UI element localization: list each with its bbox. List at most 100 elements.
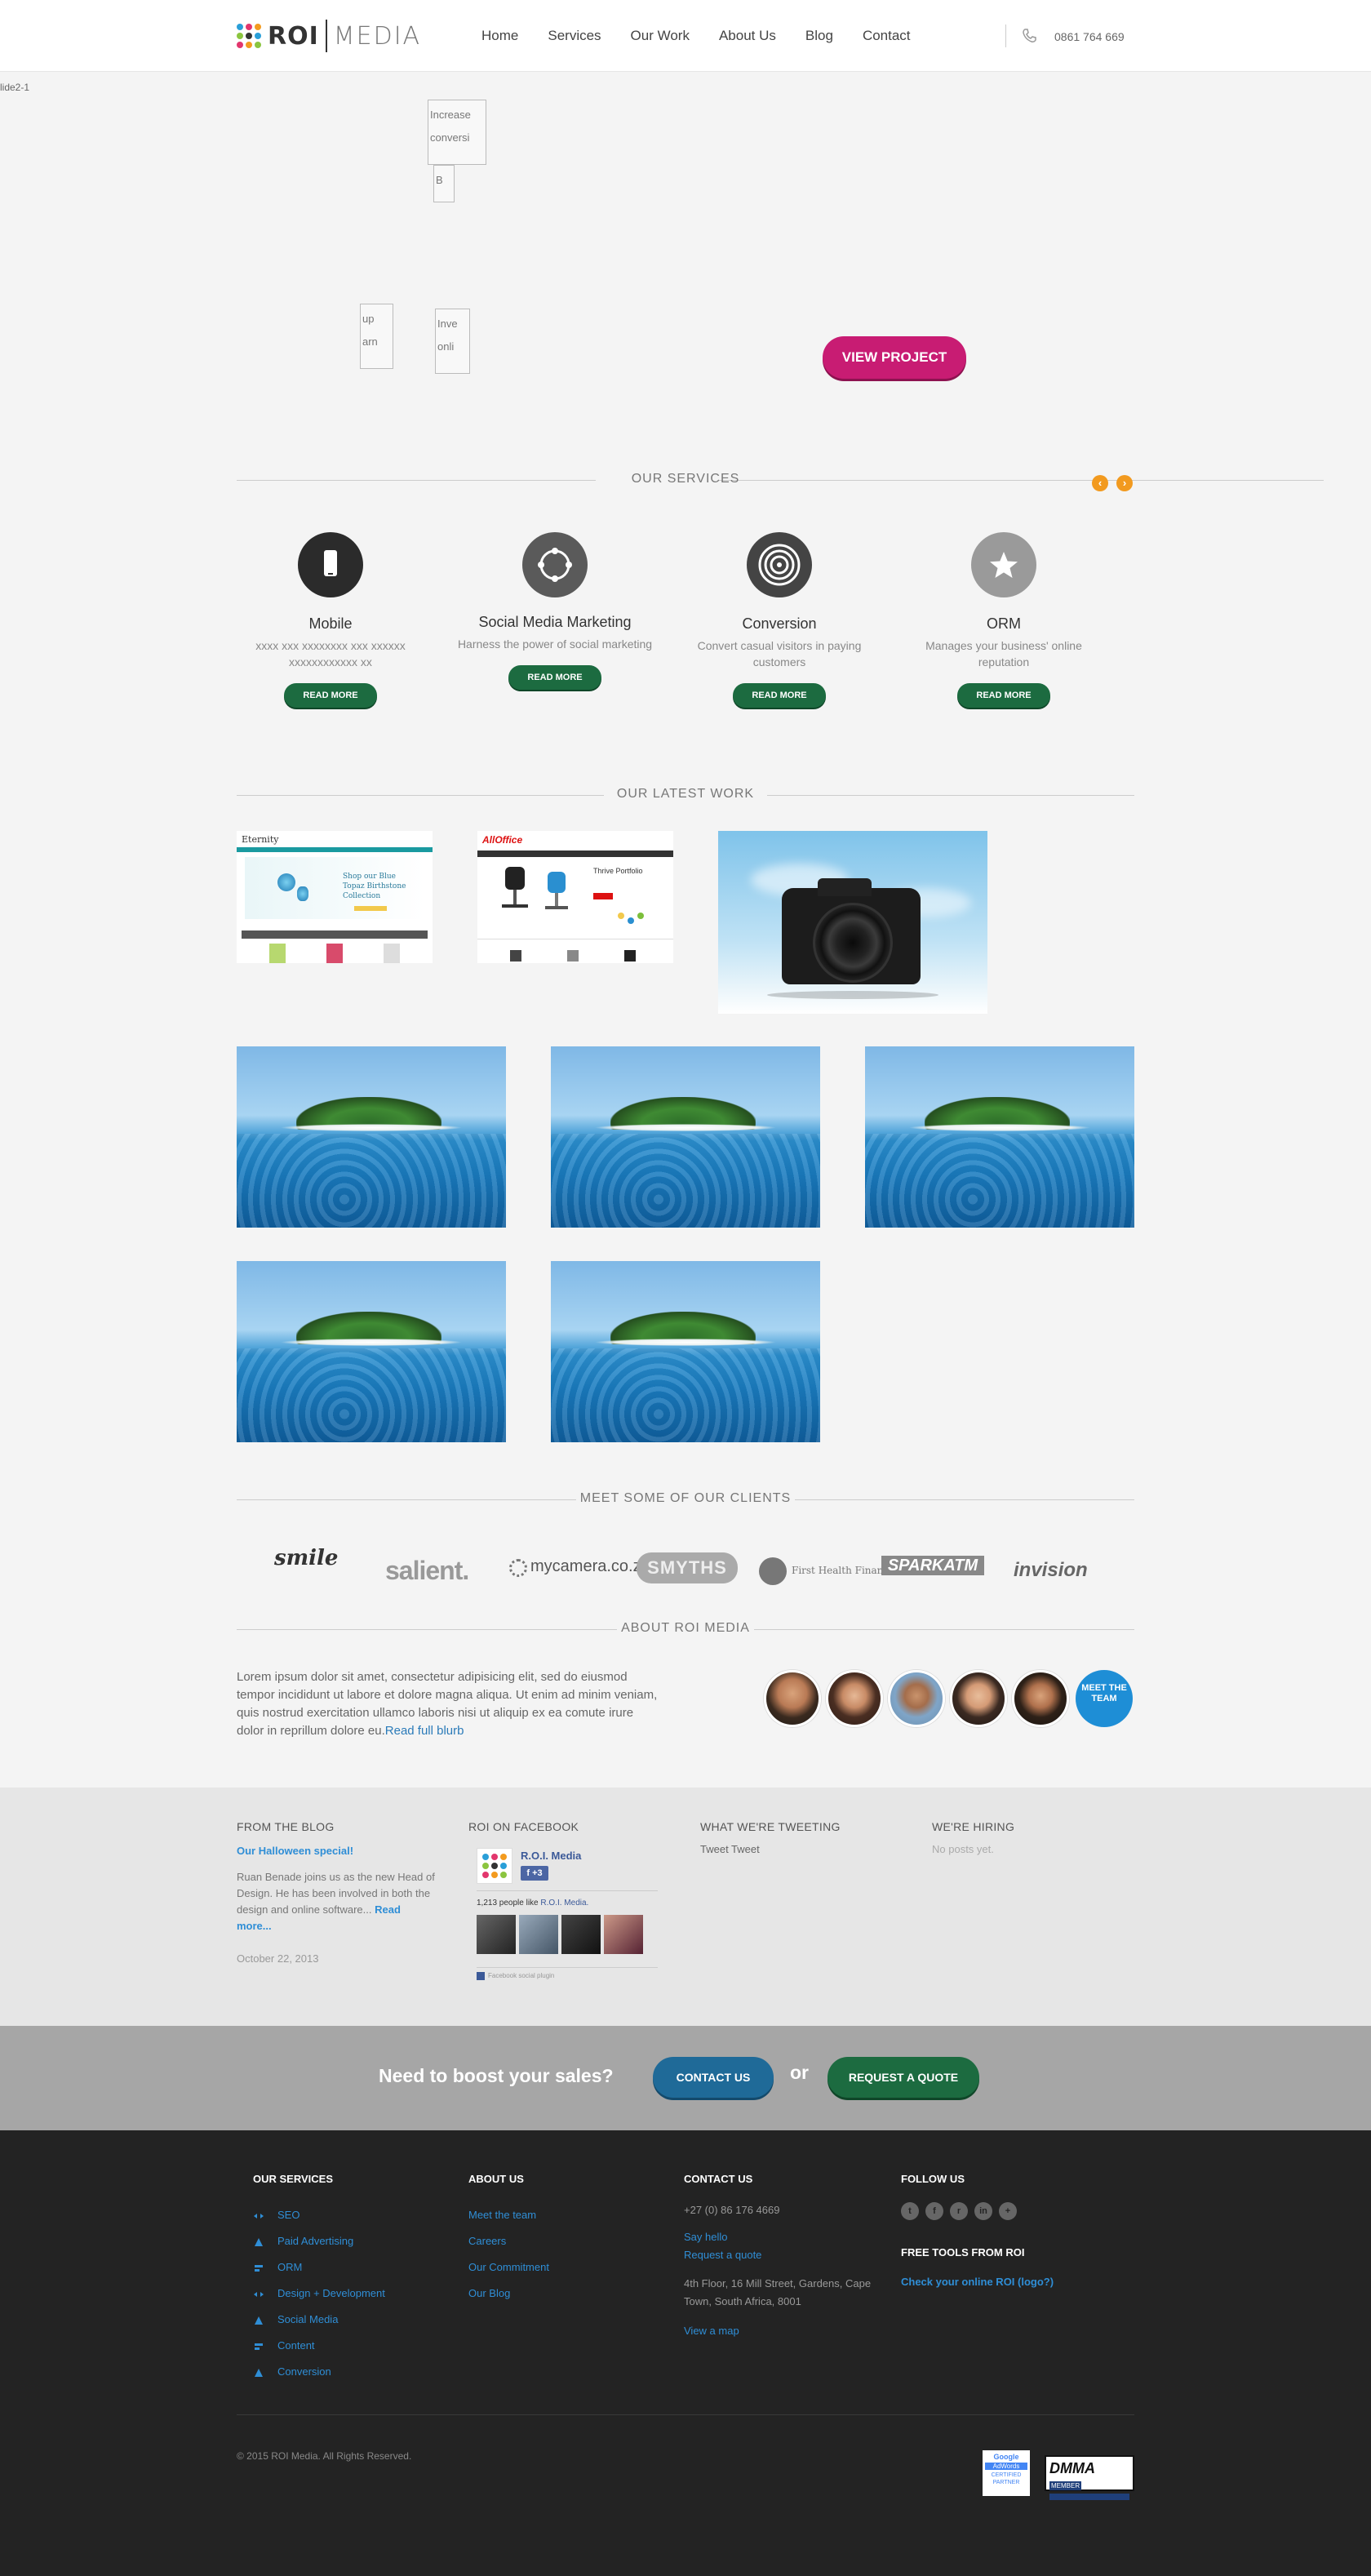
footer-link-paid-advertising[interactable]: Paid Advertising [277,2235,353,2247]
facebook-icon: f [526,1868,530,1878]
work-thumb-island[interactable] [551,1261,820,1442]
service-card-social-media: Social Media Marketing Harness the power… [457,532,653,690]
googleplus-icon[interactable]: + [999,2202,1017,2220]
main-nav: Home Services Our Work About Us Blog Con… [481,28,940,44]
read-more-button[interactable]: READ MORE [508,665,601,690]
footer-view-map-link[interactable]: View a map [684,2325,739,2337]
fb-likes-page-link[interactable]: R.O.I. Media. [540,1899,588,1908]
footer-link-careers[interactable]: Careers [468,2235,506,2247]
badge-dmma-text: DMMA [1049,2460,1095,2476]
latest-work-heading: OUR LATEST WORK [237,787,1134,803]
read-more-button[interactable]: READ MORE [733,683,826,708]
facebook-widget-title: ROI ON FACEBOOK [468,1820,579,1833]
footer-link-our-commitment[interactable]: Our Commitment [468,2261,549,2273]
work-thumb-eternity[interactable]: Eternity Shop our Blue Topaz Birthstone … [237,831,433,963]
facebook-icon[interactable]: f [925,2202,943,2220]
team-avatar[interactable] [764,1670,821,1727]
rss-icon[interactable]: r [950,2202,968,2220]
about-blurb: Lorem ipsum dolor sit amet, consectetur … [237,1668,661,1740]
linkedin-icon[interactable]: in [974,2202,992,2220]
eternity-banner-text: Shop our Blue Topaz Birthstone Collectio… [343,873,406,900]
fb-likes-prefix: 1,213 people like [477,1899,539,1908]
alloffice-brand: AllOffice [482,834,523,846]
footer-link-content[interactable]: Content [277,2339,315,2352]
blog-post-title-link[interactable]: Our Halloween special! [237,1843,353,1859]
fb-page-logo [477,1848,512,1884]
conversion-icon [255,2369,263,2377]
eternity-nav-bar [237,847,433,852]
slider-label: lide2-1 [0,82,30,93]
office-chair-blue-graphic [543,872,572,916]
nav-home[interactable]: Home [481,28,518,44]
camera-lens-graphic [813,903,893,983]
footer-link-seo[interactable]: SEO [277,2209,299,2221]
services-next-arrow-icon[interactable]: › [1116,475,1133,491]
footer-link-our-blog[interactable]: Our Blog [468,2287,510,2299]
work-thumb-camera[interactable] [718,831,987,1014]
fb-fan-avatar[interactable] [561,1915,601,1954]
footer-link-orm[interactable]: ORM [277,2261,302,2273]
team-avatar[interactable] [950,1670,1007,1727]
badge-certified-text: CERTIFIED PARTNER [991,2472,1022,2485]
broken-image-invest-online: Inve onli [435,309,470,374]
team-avatar[interactable] [826,1670,883,1727]
work-thumb-island[interactable] [237,1046,506,1228]
fb-fan-avatar[interactable] [519,1915,558,1954]
footer-link-meet-team[interactable]: Meet the team [468,2209,536,2221]
team-avatar[interactable] [1012,1670,1069,1727]
fb-fan-avatar[interactable] [604,1915,643,1954]
footer-link-design-development[interactable]: Design + Development [277,2287,385,2299]
google-partner-badge[interactable]: Google AdWords CERTIFIED PARTNER [983,2450,1030,2496]
work-thumb-island[interactable] [237,1261,506,1442]
work-thumb-alloffice[interactable]: AllOffice Thrive Portfolio [477,831,673,963]
nav-services[interactable]: Services [548,28,601,44]
logo-dots-icon [237,24,261,48]
fb-like-button[interactable]: f +3 [521,1866,548,1881]
fb-like-count: +3 [532,1868,543,1878]
read-more-button[interactable]: READ MORE [284,683,377,708]
service-title: Conversion [742,615,817,632]
view-project-button[interactable]: VIEW PROJECT [823,336,966,379]
work-thumb-island[interactable] [865,1046,1134,1228]
footer-address: 4th Floor, 16 Mill Street, Gardens, Cape… [684,2277,872,2307]
fb-page-name-link[interactable]: R.O.I. Media [521,1850,581,1862]
twitter-icon[interactable]: t [901,2202,919,2220]
site-header: ROI MEDIA Home Services Our Work About U… [0,0,1371,72]
clients-heading: MEET SOME OF OUR CLIENTS [237,1491,1134,1508]
footer-request-quote-link[interactable]: Request a quote [684,2249,761,2261]
work-thumb-island[interactable] [551,1046,820,1228]
request-quote-button[interactable]: REQUEST A QUOTE [827,2057,979,2098]
read-more-button[interactable]: READ MORE [957,683,1050,708]
logo-divider [325,20,327,52]
read-full-blurb-link[interactable]: Read full blurb [385,1724,464,1738]
mycamera-icon [509,1559,527,1577]
team-avatar[interactable] [888,1670,945,1727]
footer-say-hello-link[interactable]: Say hello [684,2231,727,2243]
dmma-member-badge[interactable]: DMMA MEMBER [1045,2455,1134,2500]
contact-us-button[interactable]: CONTACT US [653,2057,774,2098]
blog-post-text: Ruan Benade joins us as the new Head of … [237,1871,435,1916]
nav-blog[interactable]: Blog [805,28,833,44]
meet-the-team-button[interactable]: MEET THE TEAM [1076,1670,1133,1727]
eternity-banner: Shop our Blue Topaz Birthstone Collectio… [245,857,424,919]
service-title: Mobile [308,615,353,632]
nav-about-us[interactable]: About Us [719,28,776,44]
broken-image-b: B [433,165,455,202]
social-media-icon [255,2316,263,2325]
footer-link-social-media[interactable]: Social Media [277,2313,338,2325]
roi-media-logo[interactable]: ROI MEDIA [237,18,421,54]
phone-number[interactable]: 0861 764 669 [1054,30,1125,43]
footer-phone: +27 (0) 86 176 4669 [684,2204,780,2216]
nav-contact[interactable]: Contact [863,28,911,44]
blog-post-date: October 22, 2013 [237,1952,319,1965]
client-logo-first-health: First Health Finance [792,1565,895,1576]
footer-check-roi-link[interactable]: Check your online ROI (logo?) [901,2276,1054,2288]
badge-google-text: Google [993,2453,1019,2461]
services-prev-arrow-icon[interactable]: ‹ [1092,475,1108,491]
footer-link-conversion[interactable]: Conversion [277,2365,331,2378]
client-logo-mycamera: mycamera.co.za [530,1557,650,1575]
services-title: OUR SERVICES [631,472,740,486]
nav-our-work[interactable]: Our Work [631,28,690,44]
fb-fan-avatar[interactable] [477,1915,516,1954]
hiring-widget-title: WE'RE HIRING [932,1820,1015,1833]
